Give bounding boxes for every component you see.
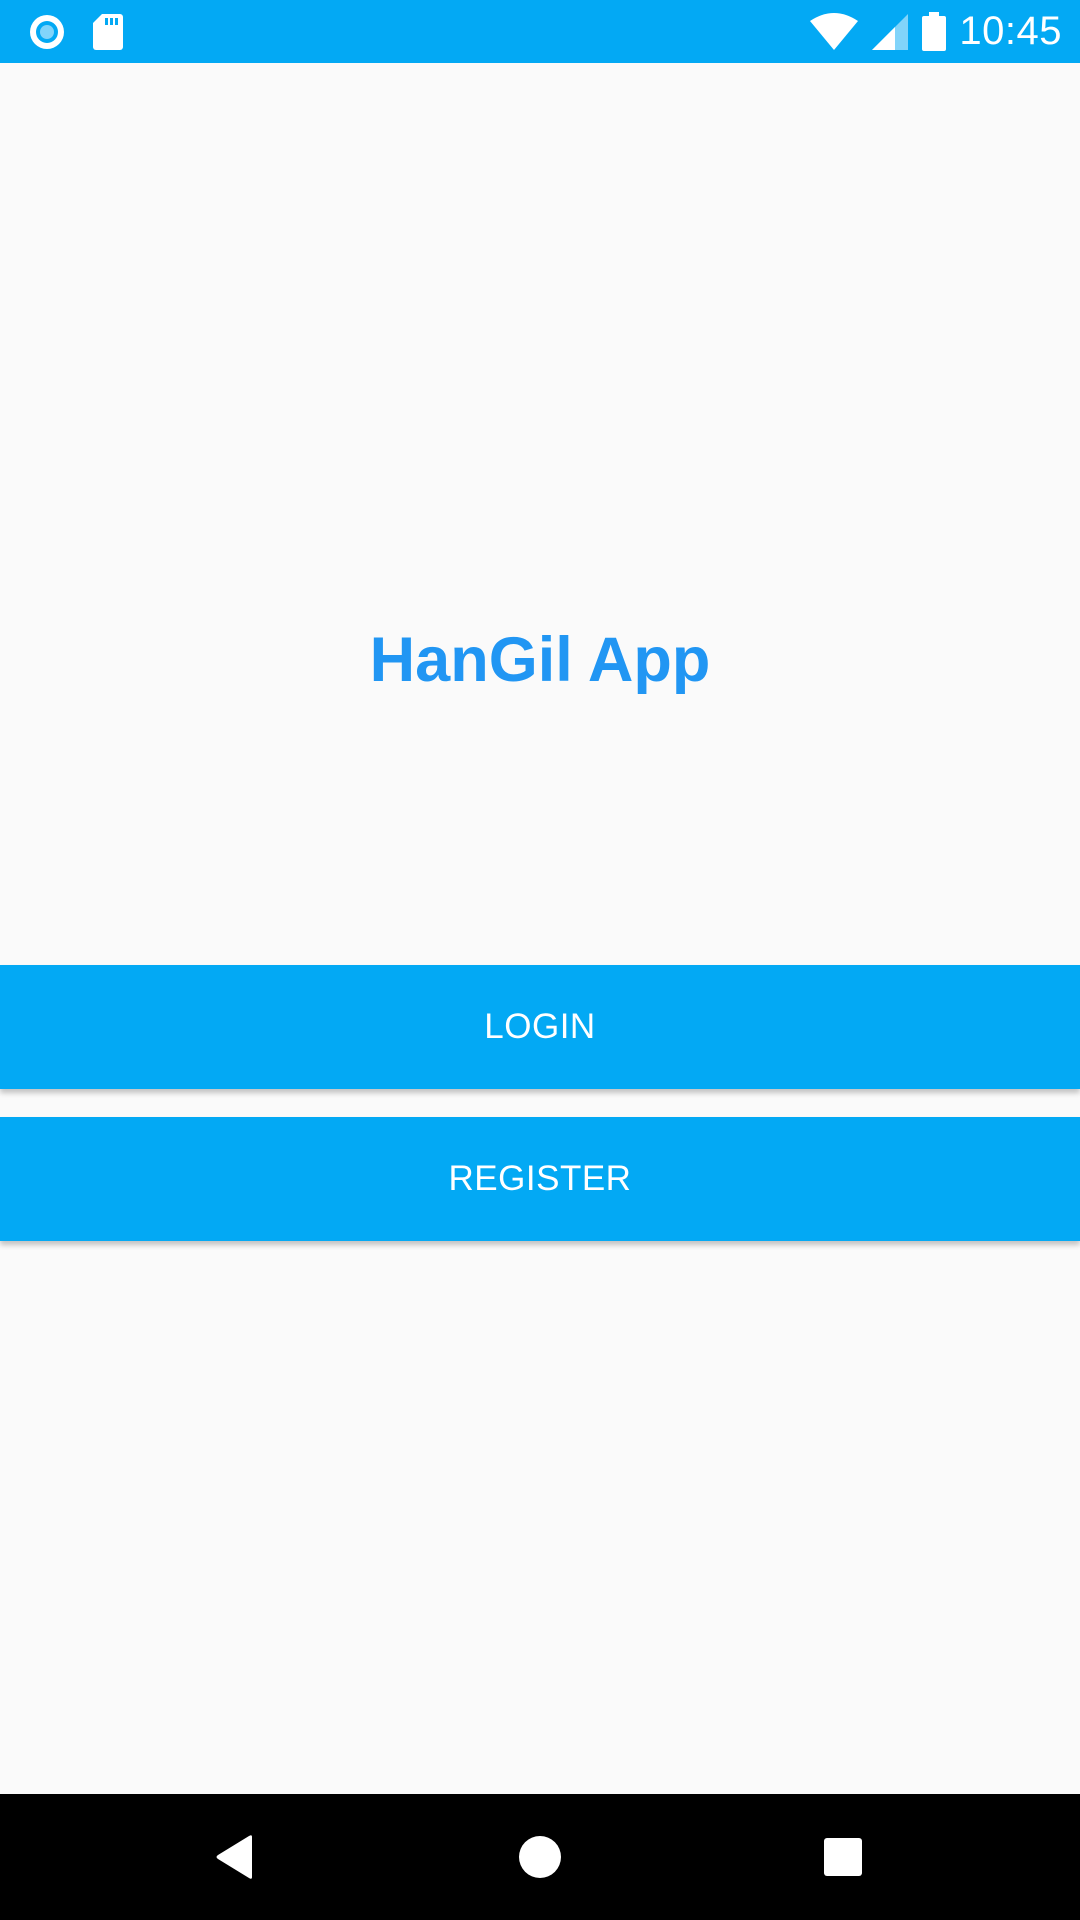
screen: 10:45 HanGil App LOGIN REGISTER [0, 0, 1080, 1920]
back-button[interactable] [170, 1794, 300, 1920]
signal-icon [871, 13, 909, 51]
home-icon [518, 1835, 562, 1879]
recents-icon [823, 1837, 863, 1877]
record-icon [28, 13, 66, 51]
home-button[interactable] [475, 1794, 605, 1920]
recents-button[interactable] [778, 1794, 908, 1920]
login-button[interactable]: LOGIN [0, 965, 1080, 1089]
back-icon [214, 1834, 256, 1880]
register-button[interactable]: REGISTER [0, 1117, 1080, 1241]
navigation-bar [0, 1794, 1080, 1920]
app-title: HanGil App [369, 625, 711, 695]
wifi-icon [809, 12, 859, 51]
register-button-label: REGISTER [448, 1159, 632, 1198]
status-bar-right: 10:45 [809, 0, 1062, 63]
status-bar-left [28, 0, 124, 63]
status-time: 10:45 [959, 9, 1062, 53]
sd-card-icon [92, 13, 124, 51]
status-bar: 10:45 [0, 0, 1080, 63]
battery-icon [921, 11, 947, 52]
login-button-label: LOGIN [484, 1007, 596, 1046]
